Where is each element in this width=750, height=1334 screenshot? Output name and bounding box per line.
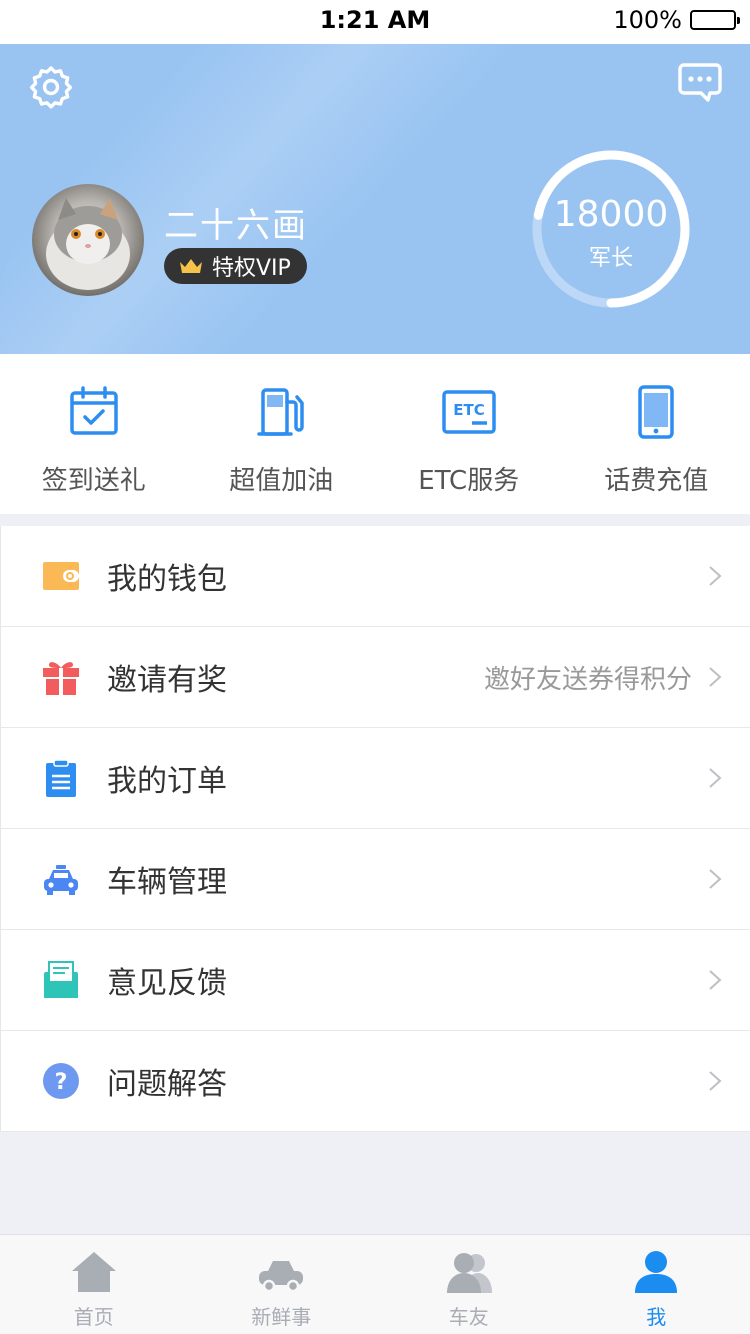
quick-action-label: 超值加油 [229, 466, 334, 496]
menu-list: 我的钱包 邀请有奖 邀好友送券得积分 我的订单 车辆管理 意见反馈 ? 问题解答 [0, 526, 750, 1132]
chevron-right-icon [709, 1071, 722, 1091]
battery-icon [690, 10, 740, 30]
question-icon: ? [43, 1063, 79, 1099]
menu-item-faq[interactable]: ? 问题解答 [1, 1031, 750, 1132]
avatar[interactable] [32, 184, 144, 296]
message-icon[interactable] [678, 62, 722, 102]
menu-item-label: 意见反馈 [107, 966, 227, 1001]
vip-label: 特权VIP [212, 256, 291, 281]
friends-icon [446, 1253, 492, 1293]
phone-icon [638, 385, 674, 439]
quick-action-label: ETC服务 [418, 466, 520, 496]
quick-action-label: 话费充值 [604, 466, 709, 496]
score-value: 18000 [553, 194, 669, 235]
home-icon [71, 1252, 116, 1292]
tab-label: 首页 [73, 1305, 114, 1329]
menu-item-label: 问题解答 [107, 1067, 227, 1102]
quick-action-fuel[interactable]: 超值加油 [188, 354, 376, 514]
tab-label: 新鲜事 [251, 1305, 312, 1329]
crown-icon [180, 259, 202, 273]
menu-item-label: 我的订单 [107, 764, 227, 799]
status-bar: 1:21 AM 100% [0, 0, 750, 44]
menu-item-hint: 邀好友送券得积分 [483, 664, 692, 695]
feedback-envelope-icon [44, 961, 78, 998]
svg-text:?: ? [55, 1070, 68, 1095]
quick-actions: 签到送礼 超值加油 ETC ETC服务 话费充值 [0, 354, 750, 514]
menu-item-orders[interactable]: 我的订单 [1, 728, 750, 829]
chevron-right-icon [709, 566, 722, 586]
etc-icon: ETC [442, 390, 496, 434]
menu-item-label: 车辆管理 [107, 865, 227, 900]
menu-item-vehicles[interactable]: 车辆管理 [1, 829, 750, 930]
quick-action-etc[interactable]: ETC ETC服务 [375, 354, 563, 514]
gear-icon[interactable] [28, 64, 74, 110]
clipboard-icon [46, 759, 76, 797]
tab-bar: 首页 新鲜事 车友 我 [0, 1234, 750, 1334]
tab-friends[interactable]: 车友 [375, 1235, 563, 1334]
calendar-check-icon [70, 386, 118, 435]
tab-news[interactable]: 新鲜事 [188, 1235, 376, 1334]
chevron-right-icon [709, 667, 722, 687]
fuel-pump-icon [257, 388, 304, 436]
menu-item-feedback[interactable]: 意见反馈 [1, 930, 750, 1031]
tab-label: 我 [646, 1305, 667, 1329]
vip-badge[interactable]: 特权VIP [164, 248, 307, 284]
tab-me[interactable]: 我 [563, 1235, 750, 1334]
quick-action-label: 签到送礼 [41, 466, 146, 496]
tab-home[interactable]: 首页 [0, 1235, 188, 1334]
quick-action-topup[interactable]: 话费充值 [563, 354, 750, 514]
battery-indicator: 100% [613, 6, 740, 34]
menu-item-wallet[interactable]: 我的钱包 [1, 526, 750, 627]
wallet-icon [43, 562, 79, 590]
username: 二十六画 [164, 206, 308, 246]
quick-action-checkin[interactable]: 签到送礼 [0, 354, 188, 514]
svg-text:ETC: ETC [453, 401, 485, 419]
car-icon [259, 1261, 304, 1293]
battery-percentage: 100% [613, 6, 682, 34]
menu-item-label: 我的钱包 [107, 562, 227, 597]
menu-item-label: 邀请有奖 [107, 663, 227, 698]
car-icon [44, 865, 78, 895]
chevron-right-icon [709, 970, 722, 990]
score-rank: 军长 [588, 246, 633, 271]
profile-header: 二十六画 特权VIP 18000 军长 [0, 44, 750, 354]
person-icon [635, 1251, 678, 1293]
gift-icon [43, 662, 79, 695]
chevron-right-icon [709, 869, 722, 889]
chevron-right-icon [709, 768, 722, 788]
tab-label: 车友 [448, 1305, 489, 1329]
menu-item-invite[interactable]: 邀请有奖 邀好友送券得积分 [1, 627, 750, 728]
